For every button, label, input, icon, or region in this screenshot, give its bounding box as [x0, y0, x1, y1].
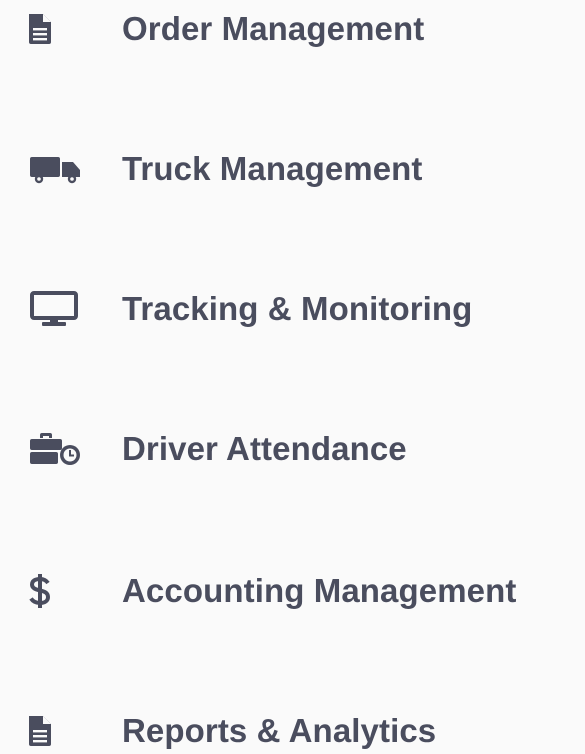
menu-item-label: Truck Management	[122, 150, 423, 187]
menu-item-label: Reports & Analytics	[122, 712, 437, 749]
sidebar-menu: Order Management Truck Management Tracki…	[0, 0, 585, 754]
dollar-icon	[28, 571, 86, 611]
menu-item-tracking-monitoring[interactable]: Tracking & Monitoring	[0, 274, 585, 344]
menu-item-label: Driver Attendance	[122, 430, 407, 467]
document-icon	[28, 711, 86, 751]
menu-item-accounting-management[interactable]: Accounting Management	[0, 556, 585, 626]
menu-item-truck-management[interactable]: Truck Management	[0, 134, 585, 204]
truck-icon	[28, 149, 86, 189]
briefcase-clock-icon	[28, 429, 86, 469]
monitor-icon	[28, 289, 86, 329]
menu-item-label: Accounting Management	[122, 572, 517, 609]
menu-item-reports-analytics[interactable]: Reports & Analytics	[0, 696, 585, 754]
menu-item-order-management[interactable]: Order Management	[0, 0, 585, 64]
menu-item-driver-attendance[interactable]: Driver Attendance	[0, 414, 585, 484]
menu-item-label: Order Management	[122, 10, 425, 47]
document-icon	[28, 9, 86, 49]
menu-item-label: Tracking & Monitoring	[122, 290, 473, 327]
